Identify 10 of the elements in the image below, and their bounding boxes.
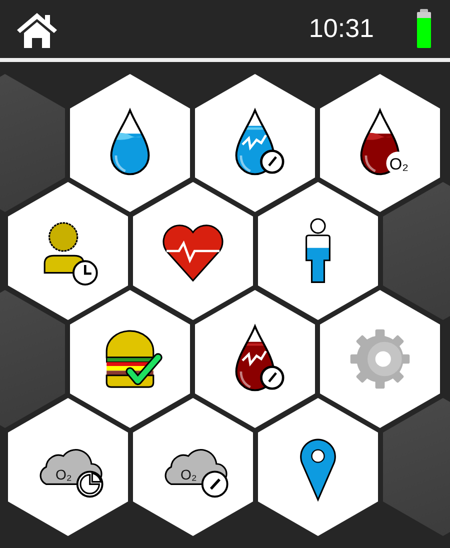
oxygen-label: O₂ [56,466,72,482]
hexagon-tile[interactable]: O₂ [320,74,440,212]
gauge-icon [201,470,228,498]
oxygen-label: O₂ [180,466,197,482]
clock-time: 10:31 [308,13,374,44]
hexagon-tile[interactable]: O₂ [8,398,128,536]
hexagon-tile[interactable]: O₂ [133,398,253,536]
battery-icon [416,8,432,48]
pie-chart-icon [76,470,104,498]
oxygen-label: O₂ [389,156,408,174]
